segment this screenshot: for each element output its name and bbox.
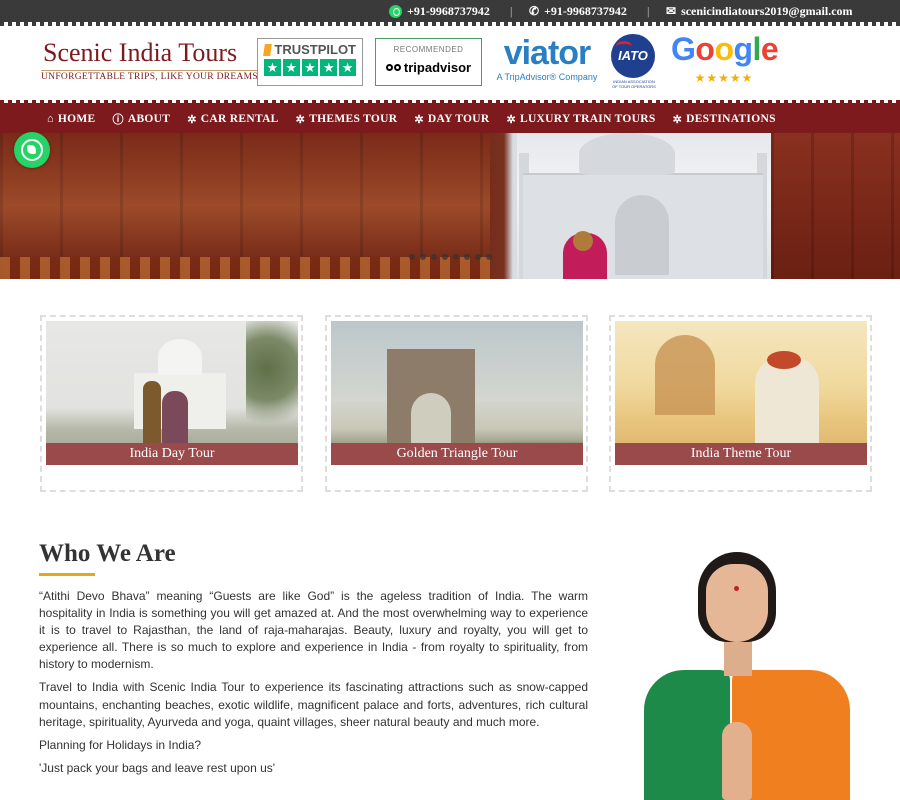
tour-card-label[interactable]: India Day Tour: [46, 443, 298, 465]
slider-dot[interactable]: [442, 254, 448, 260]
slider-dot[interactable]: [409, 254, 415, 260]
star-icon: ★: [264, 59, 281, 76]
nav-car-rental[interactable]: ✲ CAR RENTAL: [187, 111, 278, 127]
about-paragraph: Travel to India with Scenic India Tour t…: [39, 680, 588, 729]
nav-home[interactable]: ⌂ HOME: [47, 111, 96, 127]
envelope-icon: ✉: [666, 4, 677, 18]
hero-taj-mahal: [517, 133, 771, 279]
trustpilot-stars: ★ ★ ★ ★ ★: [264, 59, 356, 76]
nav-label: THEMES TOUR: [309, 113, 398, 125]
iato-logo: IATO: [611, 34, 655, 78]
nav-label: DAY TOUR: [427, 113, 490, 125]
slider-dot[interactable]: [420, 254, 426, 260]
tour-card-india-theme[interactable]: India Theme Tour: [609, 315, 872, 492]
slider-dots: [409, 254, 492, 260]
gear-icon: ✲: [414, 113, 424, 126]
star-icon: ★: [282, 59, 300, 76]
google-rating-stars: ★★★★★: [694, 71, 754, 85]
tour-card-label[interactable]: Golden Triangle Tour: [331, 443, 583, 465]
nav-label: DESTINATIONS: [686, 113, 776, 125]
trustpilot-badge[interactable]: TRUSTPILOT ★ ★ ★ ★ ★: [257, 38, 363, 86]
gear-icon: ✲: [672, 113, 683, 126]
whatsapp-contact[interactable]: +91-9968737942: [389, 4, 490, 19]
slider-dot[interactable]: [431, 254, 437, 260]
site-header: Scenic India Tours UNFORGETTABLE TRIPS, …: [0, 26, 900, 100]
star-icon: ★: [301, 59, 319, 76]
phone-number[interactable]: +91-9968737942: [544, 4, 627, 19]
nav-luxury-train-tours[interactable]: ✲ LUXURY TRAIN TOURS: [506, 111, 655, 127]
tripadvisor-label: tripadvisor: [403, 60, 472, 75]
whatsapp-icon: [389, 5, 402, 18]
trustpilot-check-icon: [263, 43, 273, 56]
email-address[interactable]: scenicindiatours2019@gmail.com: [681, 4, 853, 19]
slider-dot[interactable]: [453, 254, 459, 260]
hero-woman-head: [573, 231, 593, 251]
main-navigation: ⌂ HOME ⓘ ABOUT ✲ CAR RENTAL ✲ THEMES TOUR ✲ D…: [0, 100, 900, 133]
nav-label: ABOUT: [127, 113, 171, 125]
top-contact-bar: +91-9968737942 | ✆ +91-9968737942 | ✉ sc…: [0, 0, 900, 26]
phone-contact[interactable]: ✆ +91-9968737942: [529, 4, 627, 19]
star-icon: ★: [339, 59, 356, 76]
nav-label: HOME: [57, 113, 96, 125]
slider-dot[interactable]: [475, 254, 481, 260]
gear-icon: ✲: [506, 113, 516, 126]
iato-badge[interactable]: IATO INDIAN ASSOCIATION OF TOUR OPERATOR…: [611, 34, 657, 90]
gear-icon: ✲: [295, 113, 306, 126]
tour-card-india-day[interactable]: India Day Tour: [40, 315, 303, 492]
gear-icon: ✲: [187, 113, 197, 126]
iato-caption: INDIAN ASSOCIATION OF TOUR OPERATORS: [612, 79, 656, 89]
slider-dot[interactable]: [464, 254, 470, 260]
about-paragraph: 'Just pack your bags and leave rest upon…: [39, 760, 276, 775]
title-underline: [39, 573, 95, 576]
nav-about[interactable]: ⓘ ABOUT: [113, 111, 171, 127]
hero-door-right: [771, 133, 900, 279]
nav-themes-tour[interactable]: ✲ THEMES TOUR: [296, 111, 398, 127]
nav-day-tour[interactable]: ✲ DAY TOUR: [414, 111, 489, 127]
tour-card-golden-triangle[interactable]: Golden Triangle Tour: [325, 315, 588, 492]
about-text: “Atithi Devo Bhava” meaning “Guests are …: [39, 588, 588, 783]
site-logo[interactable]: Scenic India Tours: [43, 38, 237, 68]
separator: |: [510, 4, 513, 18]
hero-slider[interactable]: [0, 133, 900, 279]
nav-label: CAR RENTAL: [200, 113, 279, 125]
tour-card-label[interactable]: India Theme Tour: [615, 443, 867, 465]
home-icon: ⌂: [47, 113, 54, 125]
email-contact[interactable]: ✉ scenicindiatours2019@gmail.com: [666, 4, 853, 19]
site-tagline: UNFORGETTABLE TRIPS, LIKE YOUR DREAMS: [41, 70, 258, 82]
tripadvisor-badge[interactable]: RECOMMENDED tripadvisor: [375, 38, 482, 86]
nav-destinations[interactable]: ✲ DESTINATIONS: [673, 111, 776, 127]
whatsapp-float-button[interactable]: [14, 132, 50, 168]
nav-label: LUXURY TRAIN TOURS: [519, 113, 656, 125]
about-paragraph: Planning for Holidays in India?: [39, 737, 202, 752]
star-icon: ★: [320, 59, 338, 76]
info-icon: ⓘ: [112, 114, 124, 126]
google-badge[interactable]: Google ★★★★★: [671, 31, 779, 91]
greeting-woman-image: [620, 550, 860, 800]
google-logo: Google: [671, 31, 779, 67]
tripadvisor-recommended: RECOMMENDED: [393, 45, 464, 54]
section-title: Who We Are: [39, 540, 176, 567]
trustpilot-label: TRUSTPILOT: [274, 42, 356, 57]
viator-badge[interactable]: viator A TripAdvisor® Company: [492, 34, 602, 86]
viator-logo: viator: [503, 34, 592, 72]
separator: |: [647, 4, 650, 18]
viator-subtitle: A TripAdvisor® Company: [496, 72, 598, 82]
zigzag-border: [0, 100, 900, 103]
about-paragraph: “Atithi Devo Bhava” meaning “Guests are …: [39, 589, 588, 672]
slider-dot[interactable]: [486, 254, 492, 260]
whatsapp-number[interactable]: +91-9968737942: [407, 4, 490, 19]
phone-icon: ✆: [529, 4, 540, 18]
owl-icon: [385, 64, 401, 71]
